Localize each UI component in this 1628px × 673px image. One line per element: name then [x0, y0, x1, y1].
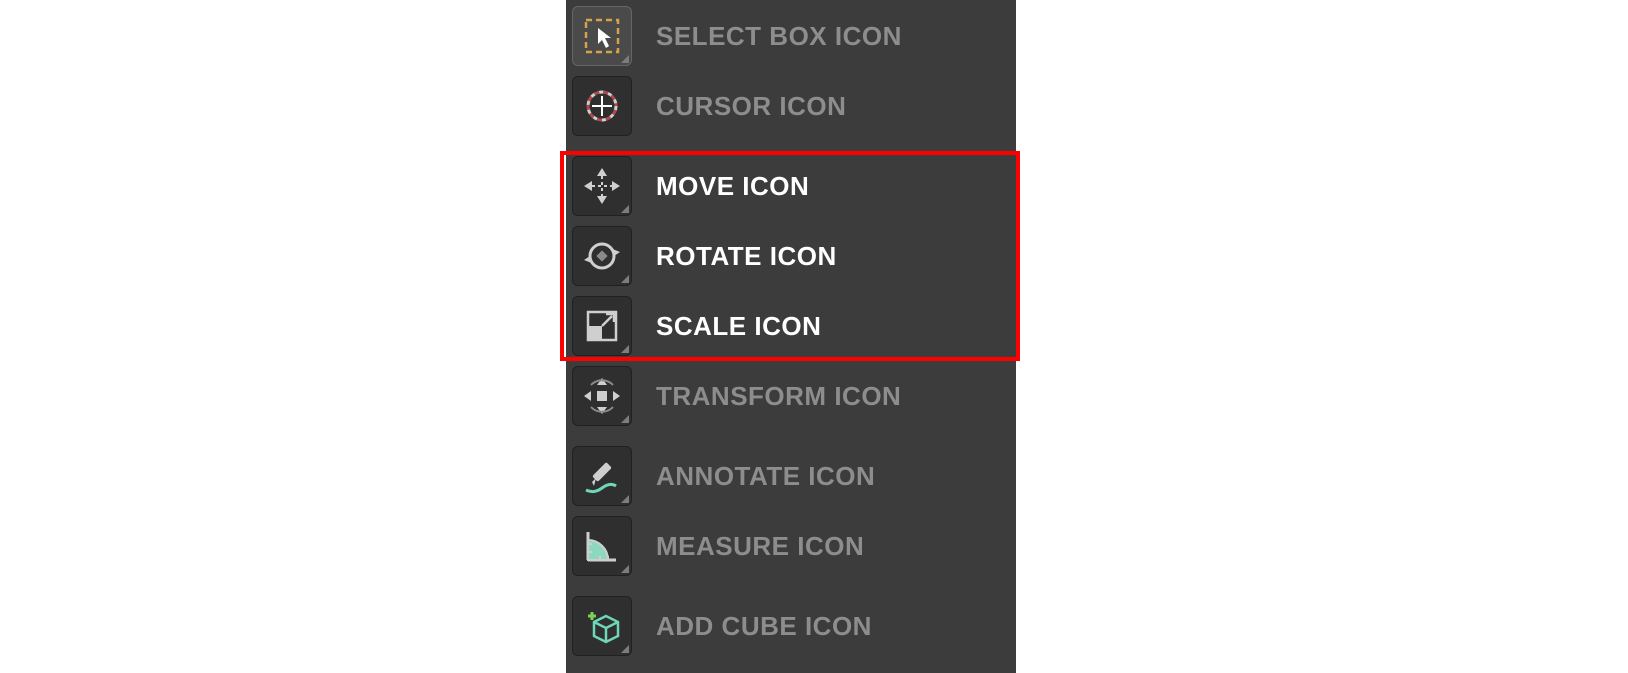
scale-tool-button[interactable]	[572, 296, 632, 356]
dropdown-indicator-icon	[621, 415, 629, 423]
cursor-tool-button[interactable]	[572, 76, 632, 136]
rotate-icon	[580, 234, 624, 278]
tool-row-move: MOVE ICON	[566, 152, 1016, 220]
tool-label: ADD CUBE ICON	[656, 611, 872, 642]
tool-panel: SELECT BOX ICON CURSOR ICON	[566, 0, 1016, 673]
tool-label: MEASURE ICON	[656, 531, 864, 562]
tool-label: SCALE ICON	[656, 311, 821, 342]
dropdown-indicator-icon	[621, 275, 629, 283]
transform-icon	[580, 374, 624, 418]
select-box-tool-button[interactable]	[572, 6, 632, 66]
dropdown-indicator-icon	[621, 495, 629, 503]
measure-tool-button[interactable]	[572, 516, 632, 576]
annotate-tool-button[interactable]	[572, 446, 632, 506]
tool-row-annotate: ANNOTATE ICON	[566, 442, 1016, 510]
select-box-icon	[580, 14, 624, 58]
add-cube-tool-button[interactable]	[572, 596, 632, 656]
annotate-icon	[580, 454, 624, 498]
scale-icon	[580, 304, 624, 348]
measure-icon	[580, 524, 624, 568]
dropdown-indicator-icon	[621, 205, 629, 213]
tool-label: MOVE ICON	[656, 171, 809, 202]
tool-label: TRANSFORM ICON	[656, 381, 901, 412]
tool-row-add-cube: ADD CUBE ICON	[566, 592, 1016, 660]
tool-row-rotate: ROTATE ICON	[566, 222, 1016, 290]
tool-label: ROTATE ICON	[656, 241, 837, 272]
tool-label: SELECT BOX ICON	[656, 21, 902, 52]
tool-row-cursor: CURSOR ICON	[566, 72, 1016, 140]
rotate-tool-button[interactable]	[572, 226, 632, 286]
tool-row-scale: SCALE ICON	[566, 292, 1016, 360]
dropdown-indicator-icon	[621, 345, 629, 353]
tool-row-measure: MEASURE ICON	[566, 512, 1016, 580]
add-cube-icon	[580, 604, 624, 648]
dropdown-indicator-icon	[621, 645, 629, 653]
tool-row-select-box: SELECT BOX ICON	[566, 2, 1016, 70]
cursor-icon	[580, 84, 624, 128]
dropdown-indicator-icon	[621, 565, 629, 573]
move-icon	[580, 164, 624, 208]
tool-label: ANNOTATE ICON	[656, 461, 875, 492]
dropdown-indicator-icon	[621, 55, 629, 63]
transform-tool-button[interactable]	[572, 366, 632, 426]
tool-label: CURSOR ICON	[656, 91, 846, 122]
tool-row-transform: TRANSFORM ICON	[566, 362, 1016, 430]
move-tool-button[interactable]	[572, 156, 632, 216]
